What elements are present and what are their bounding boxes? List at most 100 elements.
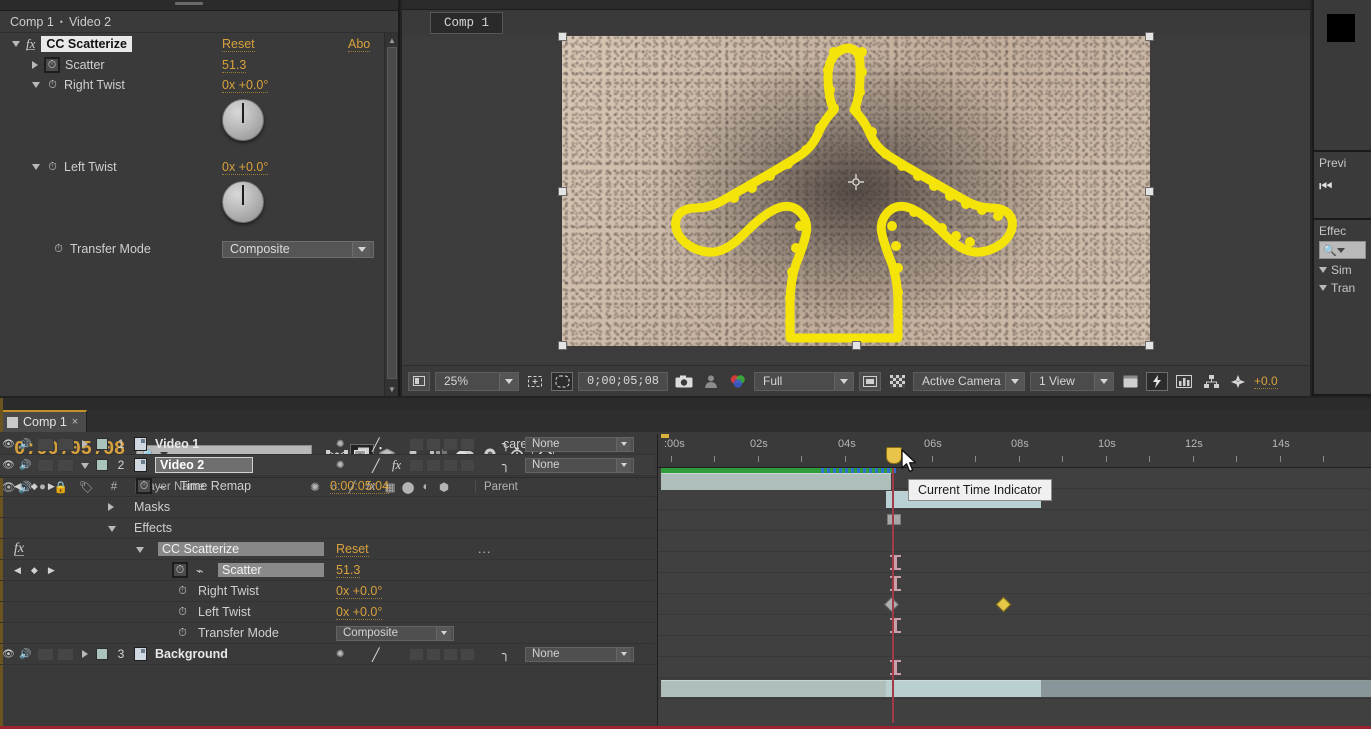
scroll-up-arrow-icon[interactable]: ▲ [385,33,399,47]
always-preview-this-view-button[interactable] [408,372,430,391]
masks-disclosure-triangle-icon[interactable] [108,500,114,514]
switch-box-1[interactable] [409,648,424,661]
scroll-down-arrow-icon[interactable]: ▼ [385,382,399,396]
motion-blur-switch[interactable]: ✺ [336,460,344,471]
layer-label-color[interactable] [96,438,108,450]
parent-dropdown-video-1[interactable]: None [525,437,634,452]
transform-handle-ml[interactable] [558,187,567,196]
track-lane-background[interactable] [658,678,1371,699]
motion-blur-switch[interactable]: ✺ [336,439,344,450]
left-twist-value[interactable]: 0x +0.0° [222,160,268,175]
graph-curve-icon[interactable]: ⌁ [158,479,166,494]
transform-handle-br[interactable] [1145,341,1154,350]
layer-expand-triangle-icon[interactable] [74,437,96,451]
show-channel-rgb-icon[interactable] [727,372,749,391]
property-row-left-twist[interactable]: ⏱ Left Twist 0x +0.0° [0,602,655,623]
time-remap-value[interactable]: 0:00:05:04 [330,479,389,494]
timeline-jump-icon[interactable] [1173,372,1195,391]
layer-label-color[interactable] [96,648,108,660]
panel-drag-handle[interactable] [175,2,203,5]
transform-handle-tl[interactable] [558,32,567,41]
work-area-start-marker[interactable] [661,434,669,438]
property-row-transfer-mode[interactable]: ⏱ Transfer Mode Composite [0,239,398,259]
track-lane-cc-scatterize[interactable] [658,573,1371,594]
first-frame-icon[interactable]: ⏮ [1319,178,1366,195]
magnification-dropdown[interactable]: 25% [435,372,519,391]
right-twist-value[interactable]: 0x +0.0° [222,78,268,93]
left-twist-value[interactable]: 0x +0.0° [336,605,382,620]
left-twist-dial[interactable] [222,181,264,223]
table-row[interactable]: 👁 🔊 1 Video 1 ✺ ╱ career; ╮ None [0,434,655,455]
timeline-tab-comp-1[interactable]: Comp 1 × [0,410,87,432]
table-row[interactable]: 👁 🔊 2 Video 2 ✺ ╱ fx ╮ None [0,455,655,476]
previous-keyframe-arrow-icon[interactable]: ◀ [14,565,21,576]
viewer-tabstrip[interactable] [402,0,1310,10]
right-twist-disclosure-triangle-icon[interactable] [32,82,40,88]
timeline-tracks[interactable] [658,468,1371,729]
switch-box-1[interactable] [409,459,424,472]
camera-view-dropdown[interactable]: Active Camera [913,372,1025,391]
left-twist-stopwatch-icon[interactable]: ⏱ [46,161,59,174]
effects-category-transition[interactable]: Tran [1319,281,1366,295]
resolution-dropdown[interactable]: Full [754,372,854,391]
layer-audio-toggle[interactable]: 🔊 [17,649,34,660]
effects-category-simulation[interactable]: Sim [1319,263,1366,277]
property-row-scatter[interactable]: ◀ ◆ ▶ ⏱ ⌁ Scatter 51.3 [0,560,655,581]
motion-blur-switch[interactable]: ✺ [336,649,344,660]
effect-name-label[interactable]: CC Scatterize [41,36,132,52]
effect-row-cc-scatterize[interactable]: fx CC Scatterize Reset ... [0,539,655,560]
effects-panel-title[interactable]: Effec [1319,224,1366,238]
keyframe-navigator[interactable]: ◀ ◆ ▶ [0,565,70,576]
preview-panel-title[interactable]: Previ [1319,156,1366,170]
toggle-transparency-grid-icon[interactable] [886,372,908,391]
timeline-tabstrip[interactable] [0,398,1371,410]
chevron-down-icon[interactable] [1337,248,1345,253]
cc-scatterize-disclosure-triangle-icon[interactable] [136,542,144,556]
viewer-timecode-field[interactable]: 0;00;05;08 [578,372,668,391]
layer-lock-toggle[interactable] [57,459,74,472]
scatter-stopwatch-icon[interactable]: ⏱ [172,562,188,578]
parent-dropdown-video-2[interactable]: None [525,458,634,473]
region-of-interest-button[interactable] [859,372,881,391]
layer-visibility-toggle[interactable]: 👁 [0,649,17,660]
transfer-mode-dropdown[interactable]: Composite [222,241,374,258]
scatter-disclosure-triangle-icon[interactable] [32,61,38,69]
layer-visibility-toggle[interactable]: 👁 [0,460,17,471]
layer-bar-video-1[interactable] [661,473,891,490]
fx-badge-icon[interactable]: fx [392,458,401,473]
viewer-canvas[interactable] [402,36,1310,365]
switch-box-1[interactable] [409,438,424,451]
scrollbar-thumb[interactable] [387,47,397,379]
transform-handle-mr[interactable] [1145,187,1154,196]
fx-icon[interactable]: fx [14,543,24,556]
property-row-left-twist[interactable]: ⏱ Left Twist 0x +0.0° [0,157,398,177]
chevron-down-icon[interactable] [352,242,370,257]
property-group-masks[interactable]: Masks [0,497,655,518]
exposure-value[interactable]: +0.0 [1254,374,1278,389]
chevron-down-icon[interactable] [436,627,451,640]
switch-box-3[interactable] [443,648,458,661]
table-row[interactable]: 👁 🔊 3 Background ✺ ╱ ╮ None [0,644,655,665]
layer-solo-toggle[interactable] [37,459,54,472]
track-lane-time-remap[interactable] [658,510,1371,531]
keyframe-navigator[interactable]: ◀ ◆ ▶ [0,481,70,492]
pickwhip-icon[interactable]: ╮ [502,436,510,452]
show-snapshot-person-icon[interactable] [700,372,722,391]
effect-controls-tabstrip[interactable] [0,0,398,11]
fast-previews-lightning-icon[interactable] [1146,372,1168,391]
layer-audio-toggle[interactable]: 🔊 [17,460,34,471]
track-lane-masks[interactable] [658,531,1371,552]
view-layout-dropdown[interactable]: 1 View [1030,372,1114,391]
transform-handle-bc[interactable] [852,341,861,350]
track-lane-transfer-mode[interactable] [658,657,1371,678]
layer-lock-toggle[interactable] [57,438,74,451]
choose-grid-guides-button[interactable] [524,372,546,391]
scatter-value[interactable]: 51.3 [222,58,246,73]
chevron-down-icon[interactable] [1005,373,1024,390]
comp-flowchart-icon[interactable] [1200,372,1222,391]
switch-box-2[interactable] [426,459,441,472]
right-twist-dial[interactable] [222,99,264,141]
scatter-value[interactable]: 51.3 [336,563,360,578]
keyframe-scatter-2[interactable] [996,597,1012,613]
right-twist-value[interactable]: 0x +0.0° [336,584,382,599]
